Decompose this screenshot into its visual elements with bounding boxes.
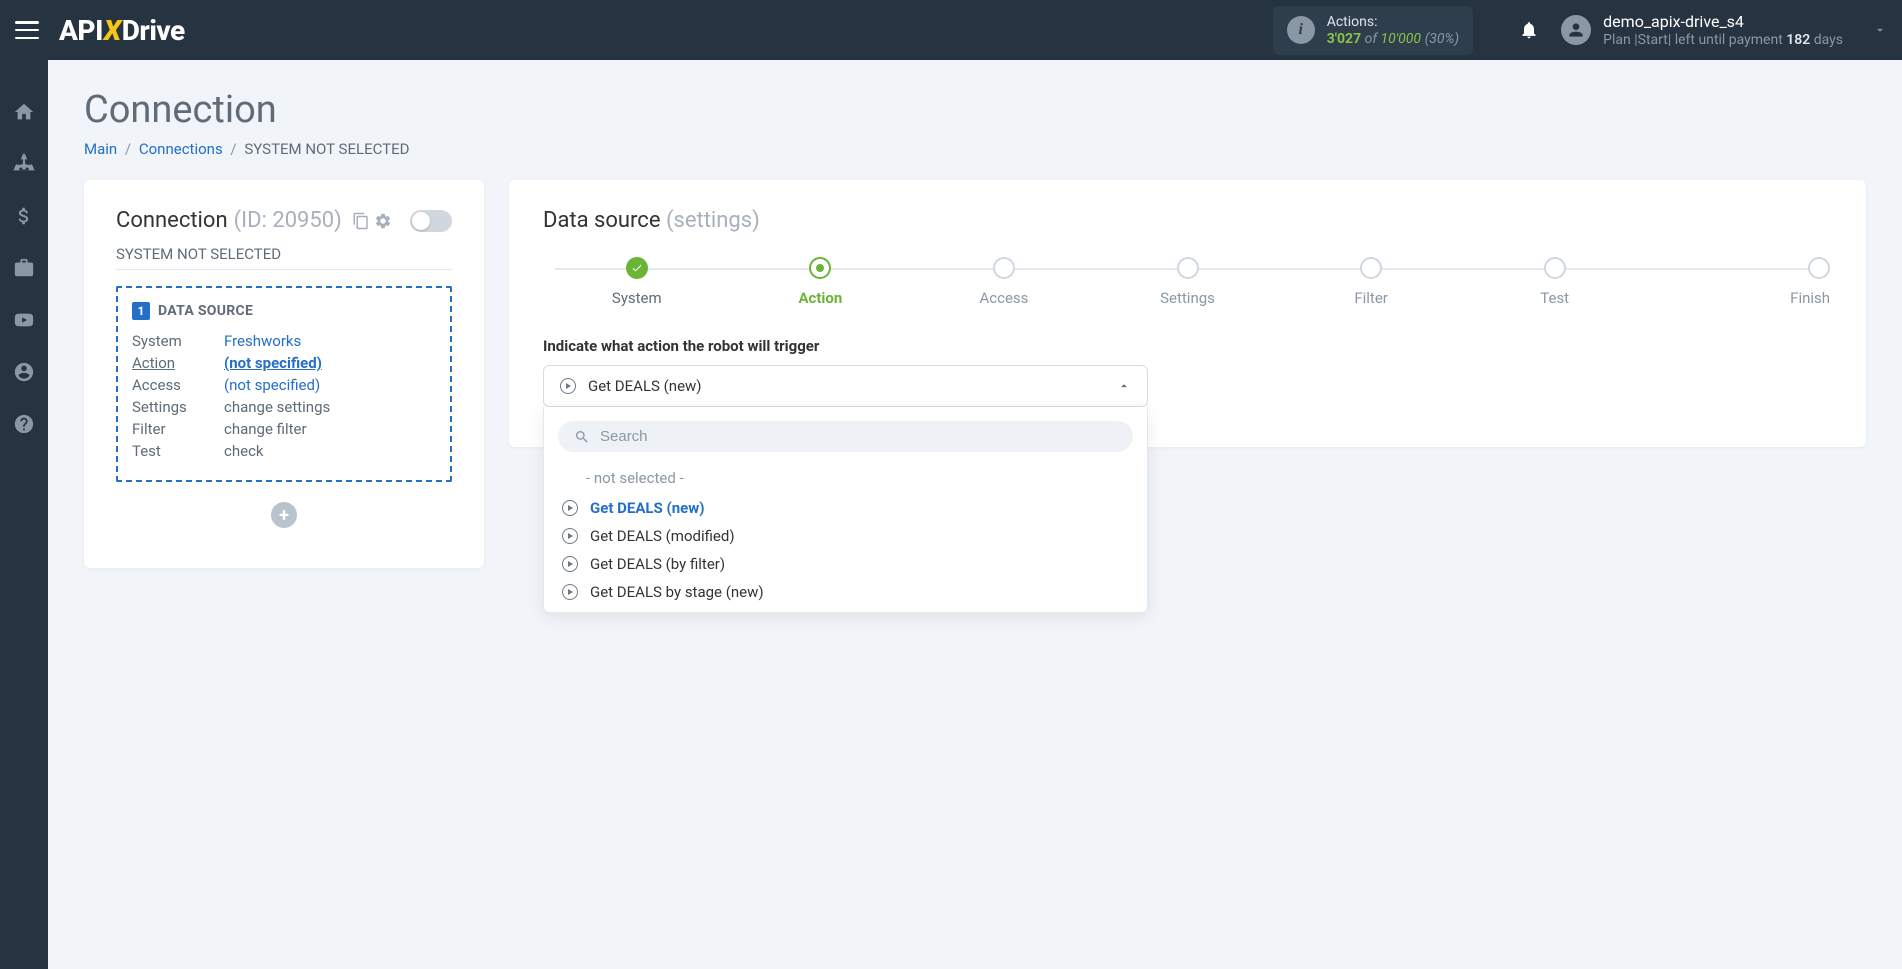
chevron-down-icon bbox=[1873, 23, 1887, 37]
rc-title: Data source (settings) bbox=[543, 208, 1832, 233]
breadcrumb-connections[interactable]: Connections bbox=[139, 140, 223, 158]
connection-card: Connection (ID: 20950) SYSTEM NOT SELECT… bbox=[84, 180, 484, 568]
sidebar bbox=[0, 60, 48, 969]
user-menu[interactable]: demo_apix-drive_s4 Plan |Start| left unt… bbox=[1561, 12, 1887, 48]
hamburger-icon[interactable] bbox=[15, 21, 39, 39]
step-action[interactable]: Action bbox=[729, 257, 913, 307]
actions-used: 3'027 bbox=[1327, 31, 1361, 47]
play-icon bbox=[562, 584, 578, 600]
search-input[interactable] bbox=[600, 428, 1117, 445]
step-system[interactable]: System bbox=[545, 257, 729, 307]
param-value-filter[interactable]: change filter bbox=[224, 420, 307, 438]
actions-of: of bbox=[1365, 31, 1377, 47]
add-destination-button[interactable]: + bbox=[271, 502, 297, 528]
nav-help[interactable] bbox=[12, 412, 36, 436]
nav-billing[interactable] bbox=[12, 204, 36, 228]
play-icon bbox=[560, 378, 576, 394]
option-not-selected[interactable]: - not selected - bbox=[558, 462, 1133, 494]
search-icon bbox=[574, 429, 590, 445]
actions-total: 10'000 bbox=[1381, 31, 1422, 47]
action-field-label: Indicate what action the robot will trig… bbox=[543, 337, 1832, 355]
page-title: Connection bbox=[84, 88, 1866, 132]
actions-percent: (30%) bbox=[1425, 31, 1460, 47]
step-test[interactable]: Test bbox=[1463, 257, 1647, 307]
action-select[interactable]: Get DEALS (new) bbox=[543, 365, 1148, 407]
param-key-system: System bbox=[132, 332, 224, 350]
play-icon bbox=[562, 528, 578, 544]
actions-label: Actions: bbox=[1327, 14, 1459, 30]
breadcrumb-main[interactable]: Main bbox=[84, 140, 117, 158]
app-header: APIXDrive i Actions: 3'027 of 10'000 (30… bbox=[0, 0, 1902, 60]
param-key-action: Action bbox=[132, 354, 224, 372]
wizard-stepper: System Action Access Settings Filter Tes… bbox=[543, 257, 1832, 307]
step-settings[interactable]: Settings bbox=[1096, 257, 1280, 307]
copy-icon[interactable] bbox=[352, 212, 370, 230]
nav-connections[interactable] bbox=[12, 152, 36, 176]
param-key-access: Access bbox=[132, 376, 224, 394]
data-source-box: 1 DATA SOURCE SystemFreshworks Action(no… bbox=[116, 286, 452, 482]
breadcrumb: Main / Connections / SYSTEM NOT SELECTED bbox=[84, 140, 1866, 158]
connection-toggle[interactable] bbox=[410, 210, 452, 232]
step-finish[interactable]: Finish bbox=[1646, 257, 1830, 307]
option-deals-modified[interactable]: Get DEALS (modified) bbox=[558, 522, 1133, 550]
action-dropdown: - not selected - Get DEALS (new) Get DEA… bbox=[543, 407, 1148, 613]
param-value-access[interactable]: (not specified) bbox=[224, 376, 320, 394]
param-key-test: Test bbox=[132, 442, 224, 460]
nav-account[interactable] bbox=[12, 360, 36, 384]
nav-briefcase[interactable] bbox=[12, 256, 36, 280]
param-value-settings[interactable]: change settings bbox=[224, 398, 330, 416]
param-value-system[interactable]: Freshworks bbox=[224, 332, 301, 350]
option-deals-new[interactable]: Get DEALS (new) bbox=[558, 494, 1133, 522]
system-not-selected-label: SYSTEM NOT SELECTED bbox=[116, 245, 452, 270]
param-key-filter: Filter bbox=[132, 420, 224, 438]
data-source-title: DATA SOURCE bbox=[158, 303, 253, 319]
nav-home[interactable] bbox=[12, 100, 36, 124]
param-value-action[interactable]: (not specified) bbox=[224, 354, 322, 372]
step-access[interactable]: Access bbox=[912, 257, 1096, 307]
avatar-icon bbox=[1561, 15, 1591, 45]
connection-id: (ID: 20950) bbox=[234, 208, 342, 233]
option-deals-by-stage-new[interactable]: Get DEALS by stage (new) bbox=[558, 578, 1133, 606]
plan-info: Plan |Start| left until payment 182 days bbox=[1603, 32, 1843, 48]
data-source-settings-card: Data source (settings) System Action Acc… bbox=[509, 180, 1866, 447]
connection-title: Connection bbox=[116, 208, 228, 233]
info-icon: i bbox=[1287, 16, 1315, 44]
nav-video[interactable] bbox=[12, 308, 36, 332]
logo-x: X bbox=[103, 14, 122, 47]
dropdown-search[interactable] bbox=[558, 421, 1133, 452]
step-filter[interactable]: Filter bbox=[1279, 257, 1463, 307]
logo-text-post: Drive bbox=[122, 14, 185, 47]
action-selected-value: Get DEALS (new) bbox=[588, 377, 702, 395]
actions-counter[interactable]: i Actions: 3'027 of 10'000 (30%) bbox=[1273, 6, 1473, 55]
param-key-settings: Settings bbox=[132, 398, 224, 416]
step-badge: 1 bbox=[132, 302, 150, 320]
username: demo_apix-drive_s4 bbox=[1603, 12, 1843, 31]
main-content: Connection Main / Connections / SYSTEM N… bbox=[48, 60, 1902, 969]
play-icon bbox=[562, 500, 578, 516]
logo-text-pre: API bbox=[59, 14, 103, 47]
logo[interactable]: APIXDrive bbox=[59, 14, 185, 47]
chevron-up-icon bbox=[1117, 379, 1131, 393]
option-deals-by-filter[interactable]: Get DEALS (by filter) bbox=[558, 550, 1133, 578]
gear-icon[interactable] bbox=[374, 212, 392, 230]
param-value-test[interactable]: check bbox=[224, 442, 264, 460]
bell-icon[interactable] bbox=[1519, 19, 1539, 41]
breadcrumb-current: SYSTEM NOT SELECTED bbox=[244, 140, 409, 158]
play-icon bbox=[562, 556, 578, 572]
